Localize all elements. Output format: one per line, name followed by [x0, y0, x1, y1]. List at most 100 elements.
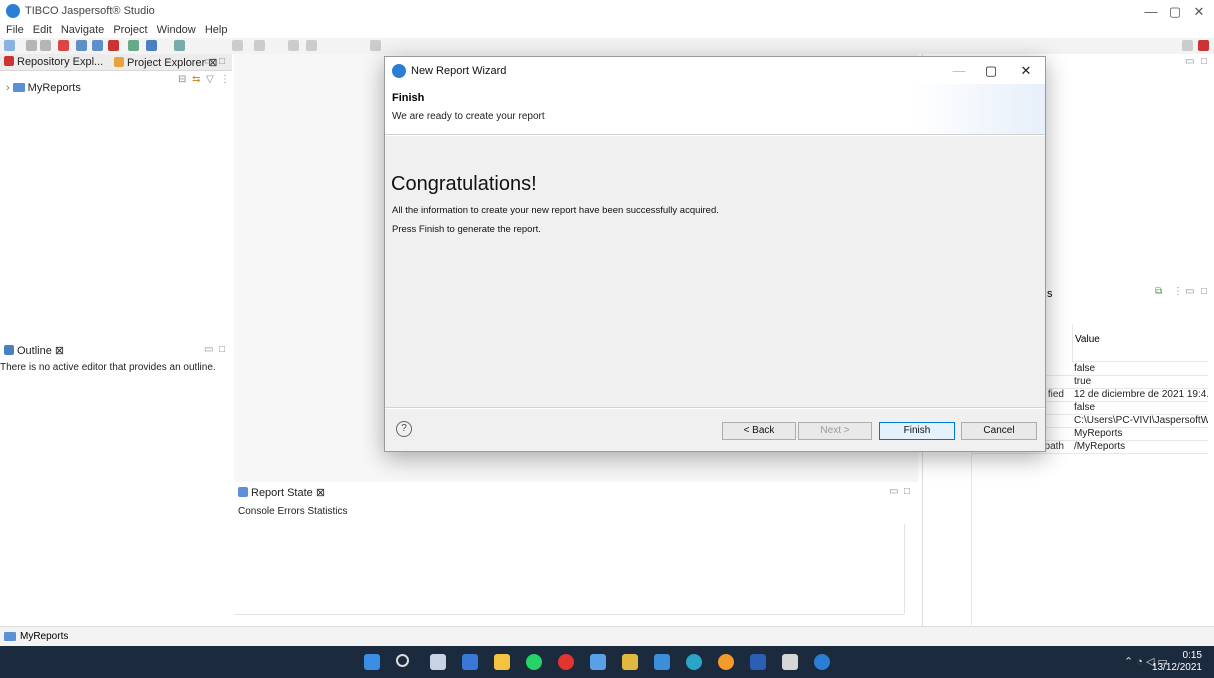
- outline-tabbar: Outline ⊠ ▭ □: [0, 342, 232, 359]
- maximize-outline-icon[interactable]: □: [219, 344, 225, 355]
- next-annotation-icon[interactable]: [232, 40, 243, 51]
- tab-repository-explorer[interactable]: Repository Expl...: [4, 56, 103, 68]
- opera-icon[interactable]: [558, 654, 574, 670]
- report-state-icon: [238, 487, 248, 497]
- menu-edit[interactable]: Edit: [33, 24, 52, 36]
- minimize-report-state-icon[interactable]: ▭: [889, 486, 898, 497]
- clock-date: 13/12/2021: [1151, 662, 1202, 673]
- dialog-close-button[interactable]: ✕: [1012, 61, 1040, 81]
- outline-panel: Outline ⊠ ▭ □ There is no active editor …: [0, 342, 232, 625]
- search-icon[interactable]: [396, 654, 409, 667]
- store-icon[interactable]: [590, 654, 606, 670]
- menu-window[interactable]: Window: [157, 24, 196, 36]
- minimize-properties-icon[interactable]: ▭: [1185, 286, 1194, 297]
- jaspersoft-icon: [6, 4, 20, 18]
- minimize-outline-icon[interactable]: ▭: [204, 344, 213, 355]
- tab-repository-label: Repository Expl...: [17, 56, 104, 68]
- app-title: TIBCO Jaspersoft® Studio: [25, 5, 155, 17]
- tab-report-state[interactable]: Report State ⊠: [238, 486, 325, 499]
- dialog-minimize-button[interactable]: —: [945, 61, 973, 81]
- back-icon[interactable]: [288, 40, 299, 51]
- search-icon[interactable]: [146, 40, 157, 51]
- notepad-icon[interactable]: [782, 654, 798, 670]
- open-perspective-icon[interactable]: [370, 40, 381, 51]
- save-all-icon[interactable]: [40, 40, 51, 51]
- back-button[interactable]: < Back: [722, 422, 796, 440]
- filter-icon[interactable]: ▽: [206, 74, 214, 85]
- report-state-tabbar: Report State ⊠ ▭ □: [234, 484, 918, 501]
- mail-icon[interactable]: [654, 654, 670, 670]
- whatsapp-icon[interactable]: [526, 654, 542, 670]
- menu-navigate[interactable]: Navigate: [61, 24, 104, 36]
- perspective-jaspersoft-icon[interactable]: [1198, 40, 1209, 51]
- publish-icon[interactable]: [108, 40, 119, 51]
- menu-project[interactable]: Project: [113, 24, 147, 36]
- save-icon[interactable]: [26, 40, 37, 51]
- project-icon: [114, 57, 124, 67]
- property-value: 12 de diciembre de 2021 19:4...: [1074, 389, 1208, 400]
- dataset-icon[interactable]: [92, 40, 103, 51]
- horizontal-scrollbar[interactable]: [234, 614, 904, 624]
- property-value: true: [1074, 376, 1092, 387]
- task-view-icon[interactable]: [430, 654, 446, 670]
- perspective-default-icon[interactable]: [1182, 40, 1193, 51]
- subtab-console[interactable]: Console: [238, 506, 275, 517]
- forward-icon[interactable]: [306, 40, 317, 51]
- word-icon[interactable]: [750, 654, 766, 670]
- maximize-right-panel-icon[interactable]: □: [1201, 56, 1207, 67]
- subtab-statistics[interactable]: Statistics: [308, 506, 348, 517]
- minimize-panel-icon[interactable]: ▭: [204, 56, 213, 67]
- value-column-header: Value: [1075, 334, 1100, 345]
- properties-tab-partial[interactable]: s: [1047, 288, 1053, 300]
- finish-button[interactable]: Finish: [879, 422, 955, 440]
- view-menu-icon[interactable]: ⋮: [220, 74, 230, 85]
- dialog-footer: ? < Back Next > Finish Cancel: [385, 409, 1045, 451]
- maximize-properties-icon[interactable]: □: [1201, 286, 1207, 297]
- edge-icon[interactable]: [686, 654, 702, 670]
- database-icon[interactable]: [128, 40, 139, 51]
- collapse-all-icon[interactable]: ⊟: [178, 74, 186, 85]
- report-icon[interactable]: [76, 40, 87, 51]
- menu-help[interactable]: Help: [205, 24, 228, 36]
- file-explorer-icon[interactable]: [494, 654, 510, 670]
- firefox-icon[interactable]: [718, 654, 734, 670]
- chevron-right-icon[interactable]: ›: [6, 82, 10, 94]
- status-text: MyReports: [20, 631, 69, 642]
- jaspersoft-taskbar-icon[interactable]: [814, 654, 830, 670]
- congratulations-heading: Congratulations!: [391, 173, 537, 195]
- report-state-subtabs: Console Errors Statistics: [238, 506, 348, 517]
- app-icon[interactable]: [622, 654, 638, 670]
- link-editor-icon[interactable]: ⇆: [192, 74, 200, 85]
- close-button[interactable]: ✕: [1184, 3, 1214, 21]
- tree-item-myreports[interactable]: › MyReports: [6, 82, 81, 94]
- maximize-panel-icon[interactable]: □: [219, 56, 225, 67]
- cancel-button[interactable]: Cancel: [961, 422, 1037, 440]
- windows-taskbar: ⌃ ◔ ◁ ▭ 0:15 13/12/2021: [0, 646, 1214, 678]
- tab-outline[interactable]: Outline ⊠: [4, 344, 64, 357]
- widgets-icon[interactable]: [462, 654, 478, 670]
- next-button[interactable]: Next >: [798, 422, 872, 440]
- edit-properties-icon[interactable]: ⧉: [1155, 286, 1162, 297]
- tree-item-label: MyReports: [27, 82, 81, 94]
- run-icon[interactable]: [58, 40, 69, 51]
- start-icon[interactable]: [364, 654, 380, 670]
- menu-file[interactable]: File: [6, 24, 24, 36]
- new-icon[interactable]: [4, 40, 15, 51]
- folder-icon: [4, 632, 16, 641]
- subtab-errors[interactable]: Errors: [277, 506, 304, 517]
- dialog-maximize-button[interactable]: ▢: [977, 61, 1005, 81]
- info-line-1: All the information to create your new r…: [392, 205, 719, 216]
- properties-view-menu-icon[interactable]: ⋮: [1173, 286, 1183, 297]
- prev-annotation-icon[interactable]: [254, 40, 265, 51]
- minimize-right-panel-icon[interactable]: ▭: [1185, 56, 1194, 67]
- vertical-scrollbar[interactable]: [904, 524, 916, 614]
- maximize-report-state-icon[interactable]: □: [904, 486, 910, 497]
- jaspersoft-icon: [392, 64, 406, 78]
- pin-icon[interactable]: [174, 40, 185, 51]
- tab-project-explorer[interactable]: Project Explorer ⊠: [114, 56, 218, 69]
- menu-bar: File Edit Navigate Project Window Help: [0, 24, 227, 38]
- app-titlebar: TIBCO Jaspersoft® Studio — ▢ ✕: [0, 0, 1214, 24]
- help-icon[interactable]: ?: [396, 421, 412, 437]
- clock[interactable]: 0:15 13/12/2021: [1152, 650, 1202, 674]
- property-value: C:\Users\PC-VIVI\JaspersoftW...: [1074, 415, 1208, 426]
